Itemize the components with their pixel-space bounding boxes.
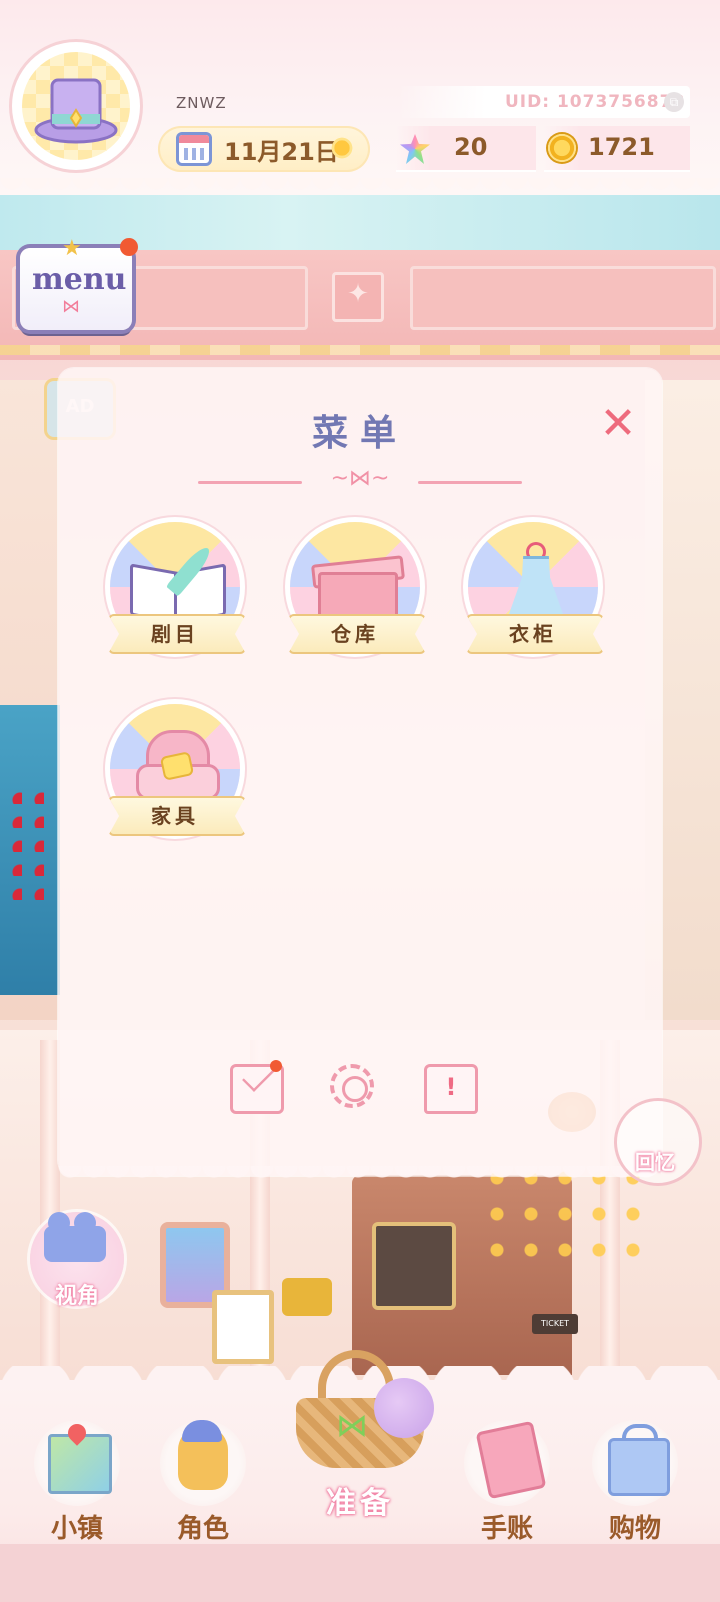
avatar[interactable] — [22, 52, 130, 160]
coin-icon — [548, 134, 576, 162]
username: ZNWZ — [176, 94, 227, 112]
divider-left — [198, 481, 302, 484]
nav-label: 小镇 — [50, 1514, 103, 1544]
cash-register — [282, 1278, 332, 1316]
menu-item-storage[interactable]: 仓库 — [284, 522, 426, 664]
nav-bottom-band — [0, 1544, 720, 1602]
menu-button-label: menu — [32, 262, 127, 297]
menu-item-furniture[interactable]: 家具 — [104, 704, 246, 846]
frieze-rosette — [332, 272, 384, 322]
date-text: 11月21日 — [224, 138, 339, 166]
mail-notification-dot — [270, 1060, 282, 1072]
menu-item-wardrobe[interactable]: 衣柜 — [462, 522, 604, 664]
script-book-icon — [130, 542, 226, 625]
nav-item-shop[interactable]: 购物 — [580, 1420, 690, 1544]
nav-label: 购物 — [608, 1514, 661, 1544]
settings-gear-icon[interactable] — [330, 1064, 374, 1108]
coin-count: 1721 — [588, 133, 655, 161]
nav-label: 准备 — [326, 1486, 394, 1521]
uid-label: UID: 1073756878 — [505, 92, 686, 112]
copy-uid-icon[interactable]: ⧉ — [664, 92, 684, 112]
panel-title: 菜单 — [311, 413, 408, 454]
ticket-price-board — [372, 1222, 456, 1310]
sun-icon — [330, 136, 354, 160]
panel-scallop-edge — [58, 1166, 662, 1188]
gem-count: 20 — [454, 133, 488, 161]
town-map-icon — [48, 1434, 112, 1494]
divider-bow-icon: ~⋈~ — [330, 466, 390, 491]
nav-item-character[interactable]: 角色 — [148, 1420, 258, 1544]
menu-item-label: 剧目 — [151, 622, 199, 646]
menu-item-scripts[interactable]: 剧目 — [104, 522, 246, 664]
nav-label: 角色 — [176, 1514, 229, 1544]
storage-box-icon — [310, 542, 406, 624]
menu-item-label: 仓库 — [331, 622, 379, 646]
close-icon[interactable]: ✕ — [596, 402, 640, 448]
bow-icon: ⋈ — [336, 1406, 368, 1444]
nav-label: 手账 — [480, 1514, 533, 1544]
wardrobe-dress-icon — [488, 542, 578, 628]
furniture-armchair-icon — [130, 724, 220, 804]
camera-view-label: 视角 — [54, 1284, 99, 1309]
notice-icon[interactable]: ! — [424, 1064, 478, 1114]
hat-icon — [374, 1378, 434, 1438]
divider-right — [418, 481, 522, 484]
rose-decoration — [0, 780, 54, 910]
shopping-bag-icon — [608, 1438, 670, 1496]
nav-item-town[interactable]: 小镇 — [22, 1420, 132, 1544]
ticket-tag: TICKET — [532, 1314, 578, 1334]
nav-item-prepare[interactable]: ⋈ 准备 — [262, 1350, 458, 1540]
menu-item-label: 家具 — [151, 804, 199, 828]
camera-icon — [44, 1212, 106, 1262]
frieze-panel-right — [410, 266, 716, 330]
menu-item-label: 衣柜 — [509, 622, 557, 646]
bow-icon: ⋈ — [62, 296, 80, 317]
notification-dot — [120, 238, 138, 256]
pillar — [40, 1040, 60, 1370]
nav-item-journal[interactable]: 手账 — [452, 1420, 562, 1544]
gold-trim — [0, 345, 720, 355]
star-icon: ★ — [62, 236, 82, 261]
top-hat-icon — [34, 78, 118, 144]
memory-label: 回忆 — [635, 1150, 675, 1174]
calendar-icon — [176, 132, 212, 166]
